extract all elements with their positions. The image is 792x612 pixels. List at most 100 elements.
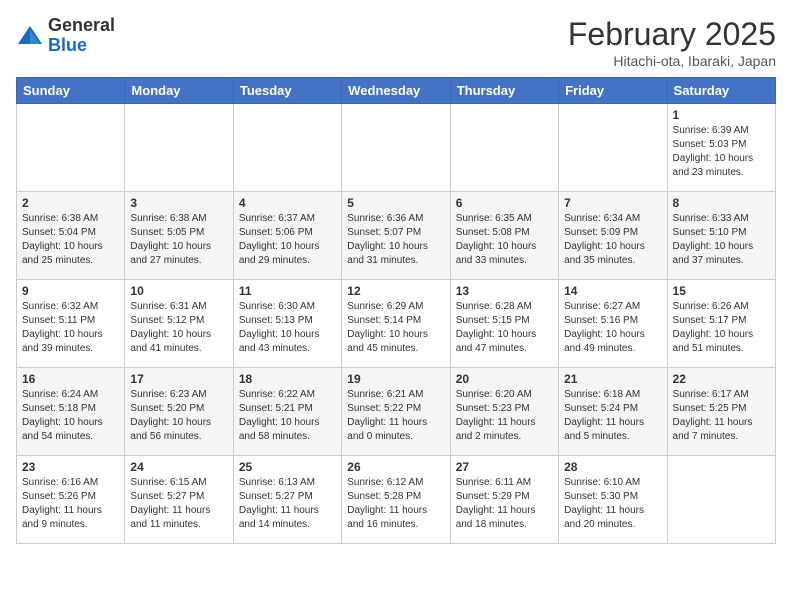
calendar-cell: 6Sunrise: 6:35 AM Sunset: 5:08 PM Daylig…	[450, 192, 558, 280]
calendar-cell: 4Sunrise: 6:37 AM Sunset: 5:06 PM Daylig…	[233, 192, 341, 280]
day-info: Sunrise: 6:10 AM Sunset: 5:30 PM Dayligh…	[564, 476, 661, 532]
day-info: Sunrise: 6:28 AM Sunset: 5:15 PM Dayligh…	[456, 300, 553, 356]
title-block: February 2025 Hitachi-ota, Ibaraki, Japa…	[568, 16, 776, 69]
calendar-week-2: 2 Sunrise: 6:38 AM Sunset: 5:04 PM Daylig…	[17, 192, 776, 280]
day-number: 13	[456, 284, 553, 298]
day-info: Sunrise: 6:18 AM Sunset: 5:24 PM Dayligh…	[564, 388, 661, 444]
day-number: 10	[130, 284, 227, 298]
calendar-cell: 20Sunrise: 6:20 AM Sunset: 5:23 PM Dayli…	[450, 368, 558, 456]
weekday-header-thursday: Thursday	[450, 78, 558, 104]
location: Hitachi-ota, Ibaraki, Japan	[568, 53, 776, 69]
logo-icon	[16, 22, 44, 50]
logo: General Blue	[16, 16, 115, 56]
day-info: Sunrise: 6:26 AM Sunset: 5:17 PM Dayligh…	[673, 300, 770, 356]
day-number: 15	[673, 284, 770, 298]
day-number: 3	[130, 196, 227, 210]
calendar-cell	[559, 104, 667, 192]
calendar-cell: 15 Sunrise: 6:26 AM Sunset: 5:17 PM Dayli…	[667, 280, 775, 368]
calendar-week-1: 1 Sunrise: 6:39 AM Sunset: 5:03 PM Daylig…	[17, 104, 776, 192]
day-info: Sunrise: 6:38 AM Sunset: 5:04 PM Dayligh…	[22, 212, 119, 268]
calendar-week-3: 9 Sunrise: 6:32 AM Sunset: 5:11 PM Daylig…	[17, 280, 776, 368]
day-number: 14	[564, 284, 661, 298]
weekday-header-wednesday: Wednesday	[342, 78, 450, 104]
calendar-cell: 25 Sunrise: 6:13 AM Sunset: 5:27 PM Dayli…	[233, 456, 341, 544]
calendar-week-4: 16 Sunrise: 6:24 AM Sunset: 5:18 PM Dayli…	[17, 368, 776, 456]
day-number: 20	[456, 372, 553, 386]
calendar-cell: 27 Sunrise: 6:11 AM Sunset: 5:29 PM Dayli…	[450, 456, 558, 544]
calendar-cell: 2 Sunrise: 6:38 AM Sunset: 5:04 PM Daylig…	[17, 192, 125, 280]
calendar-cell: 14 Sunrise: 6:27 AM Sunset: 5:16 PM Dayli…	[559, 280, 667, 368]
weekday-header-monday: Monday	[125, 78, 233, 104]
day-number: 26	[347, 460, 444, 474]
day-info: Sunrise: 6:32 AM Sunset: 5:11 PM Dayligh…	[22, 300, 119, 356]
day-info: Sunrise: 6:12 AM Sunset: 5:28 PM Dayligh…	[347, 476, 444, 532]
day-info: Sunrise: 6:21 AM Sunset: 5:22 PM Dayligh…	[347, 388, 444, 444]
weekday-header-saturday: Saturday	[667, 78, 775, 104]
day-info: Sunrise: 6:27 AM Sunset: 5:16 PM Dayligh…	[564, 300, 661, 356]
calendar-header: SundayMondayTuesdayWednesdayThursdayFrid…	[17, 78, 776, 104]
day-info: Sunrise: 6:15 AM Sunset: 5:27 PM Dayligh…	[130, 476, 227, 532]
day-number: 7	[564, 196, 661, 210]
calendar-week-5: 23 Sunrise: 6:16 AM Sunset: 5:26 PM Dayli…	[17, 456, 776, 544]
calendar-cell: 1 Sunrise: 6:39 AM Sunset: 5:03 PM Daylig…	[667, 104, 775, 192]
calendar-cell: 26 Sunrise: 6:12 AM Sunset: 5:28 PM Dayli…	[342, 456, 450, 544]
day-info: Sunrise: 6:36 AM Sunset: 5:07 PM Dayligh…	[347, 212, 444, 268]
day-info: Sunrise: 6:39 AM Sunset: 5:03 PM Dayligh…	[673, 124, 770, 180]
day-number: 19	[347, 372, 444, 386]
day-number: 17	[130, 372, 227, 386]
day-number: 28	[564, 460, 661, 474]
day-info: Sunrise: 6:38 AM Sunset: 5:05 PM Dayligh…	[130, 212, 227, 268]
day-info: Sunrise: 6:37 AM Sunset: 5:06 PM Dayligh…	[239, 212, 336, 268]
day-number: 2	[22, 196, 119, 210]
day-info: Sunrise: 6:34 AM Sunset: 5:09 PM Dayligh…	[564, 212, 661, 268]
calendar-cell: 5Sunrise: 6:36 AM Sunset: 5:07 PM Daylig…	[342, 192, 450, 280]
logo-text: General Blue	[48, 16, 115, 56]
month-title: February 2025	[568, 16, 776, 53]
day-info: Sunrise: 6:16 AM Sunset: 5:26 PM Dayligh…	[22, 476, 119, 532]
calendar-cell: 18Sunrise: 6:22 AM Sunset: 5:21 PM Dayli…	[233, 368, 341, 456]
calendar-cell: 22 Sunrise: 6:17 AM Sunset: 5:25 PM Dayli…	[667, 368, 775, 456]
calendar-cell	[125, 104, 233, 192]
calendar-cell	[17, 104, 125, 192]
day-number: 22	[673, 372, 770, 386]
day-number: 21	[564, 372, 661, 386]
day-number: 16	[22, 372, 119, 386]
calendar-cell	[667, 456, 775, 544]
calendar: SundayMondayTuesdayWednesdayThursdayFrid…	[16, 77, 776, 544]
day-info: Sunrise: 6:11 AM Sunset: 5:29 PM Dayligh…	[456, 476, 553, 532]
calendar-cell: 13 Sunrise: 6:28 AM Sunset: 5:15 PM Dayli…	[450, 280, 558, 368]
day-number: 27	[456, 460, 553, 474]
day-number: 24	[130, 460, 227, 474]
weekday-header-tuesday: Tuesday	[233, 78, 341, 104]
day-number: 6	[456, 196, 553, 210]
day-info: Sunrise: 6:31 AM Sunset: 5:12 PM Dayligh…	[130, 300, 227, 356]
calendar-cell: 21 Sunrise: 6:18 AM Sunset: 5:24 PM Dayli…	[559, 368, 667, 456]
calendar-cell: 28 Sunrise: 6:10 AM Sunset: 5:30 PM Dayli…	[559, 456, 667, 544]
logo-blue: Blue	[48, 35, 87, 55]
day-number: 25	[239, 460, 336, 474]
weekday-row: SundayMondayTuesdayWednesdayThursdayFrid…	[17, 78, 776, 104]
day-number: 9	[22, 284, 119, 298]
calendar-cell	[233, 104, 341, 192]
day-number: 18	[239, 372, 336, 386]
day-number: 12	[347, 284, 444, 298]
day-number: 8	[673, 196, 770, 210]
day-info: Sunrise: 6:29 AM Sunset: 5:14 PM Dayligh…	[347, 300, 444, 356]
weekday-header-friday: Friday	[559, 78, 667, 104]
logo-general: General	[48, 15, 115, 35]
day-info: Sunrise: 6:24 AM Sunset: 5:18 PM Dayligh…	[22, 388, 119, 444]
day-number: 1	[673, 108, 770, 122]
calendar-cell	[342, 104, 450, 192]
day-number: 23	[22, 460, 119, 474]
calendar-cell	[450, 104, 558, 192]
day-info: Sunrise: 6:30 AM Sunset: 5:13 PM Dayligh…	[239, 300, 336, 356]
calendar-cell: 19 Sunrise: 6:21 AM Sunset: 5:22 PM Dayli…	[342, 368, 450, 456]
calendar-cell: 23 Sunrise: 6:16 AM Sunset: 5:26 PM Dayli…	[17, 456, 125, 544]
day-number: 11	[239, 284, 336, 298]
calendar-cell: 24 Sunrise: 6:15 AM Sunset: 5:27 PM Dayli…	[125, 456, 233, 544]
calendar-cell: 9 Sunrise: 6:32 AM Sunset: 5:11 PM Daylig…	[17, 280, 125, 368]
day-info: Sunrise: 6:13 AM Sunset: 5:27 PM Dayligh…	[239, 476, 336, 532]
day-info: Sunrise: 6:17 AM Sunset: 5:25 PM Dayligh…	[673, 388, 770, 444]
calendar-cell: 10 Sunrise: 6:31 AM Sunset: 5:12 PM Dayli…	[125, 280, 233, 368]
weekday-header-sunday: Sunday	[17, 78, 125, 104]
